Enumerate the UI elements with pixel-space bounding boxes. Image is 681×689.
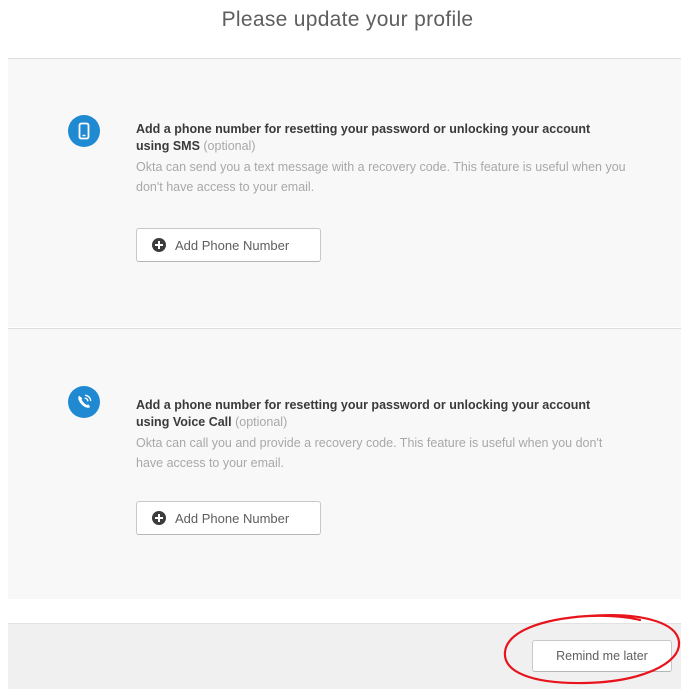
voice-call-factor-title: Add a phone number for resetting your pa…: [136, 397, 626, 431]
page-title: Please update your profile: [221, 8, 474, 31]
remind-me-later-button[interactable]: Remind me later: [532, 640, 672, 672]
add-voice-phone-number-button[interactable]: Add Phone Number: [136, 501, 321, 535]
factor-method: Voice Call: [172, 415, 232, 429]
plus-circle-icon: [152, 238, 166, 252]
optional-label: (optional): [231, 415, 288, 429]
footer-bar: Remind me later: [8, 623, 681, 689]
plus-circle-icon: [152, 511, 166, 525]
sms-factor-title: Add a phone number for resetting your pa…: [136, 121, 626, 155]
add-phone-number-label: Add Phone Number: [175, 510, 290, 526]
voice-call-factor-body: Add a phone number for resetting your pa…: [136, 397, 626, 535]
add-phone-number-label: Add Phone Number: [175, 237, 290, 253]
voice-call-factor-panel: Add a phone number for resetting your pa…: [8, 328, 681, 599]
sms-factor-body: Add a phone number for resetting your pa…: [136, 121, 626, 262]
factor-method: SMS: [172, 139, 200, 153]
mobile-phone-icon: [68, 115, 100, 147]
voice-call-icon: [68, 386, 100, 418]
voice-call-factor-description: Okta can call you and provide a recovery…: [136, 436, 603, 470]
sms-factor-panel: Add a phone number for resetting your pa…: [8, 58, 681, 327]
sms-factor-description: Okta can send you a text message with a …: [136, 160, 626, 194]
optional-label: (optional): [199, 139, 256, 153]
profile-update-page: Please update your profile Add a phone n…: [0, 0, 681, 689]
add-sms-phone-number-button[interactable]: Add Phone Number: [136, 228, 321, 262]
